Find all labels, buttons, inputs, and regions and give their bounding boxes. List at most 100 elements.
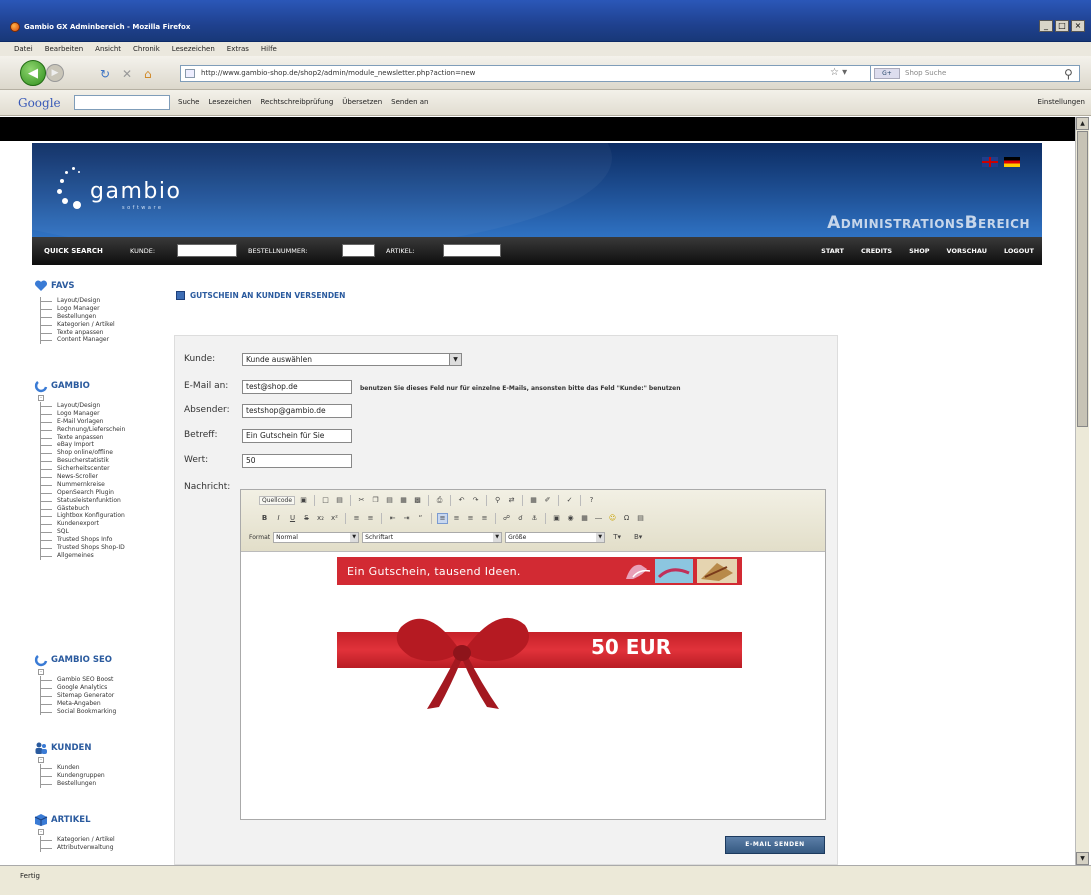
sidebar-item[interactable]: Allgemeines (41, 552, 125, 560)
menu-extras[interactable]: Extras (227, 45, 249, 53)
sidebar-item[interactable]: Trusted Shops Info (41, 536, 125, 544)
select-all-icon[interactable]: ▦ (528, 495, 539, 506)
nav-logout[interactable]: LOGOUT (1004, 247, 1034, 255)
font-select[interactable]: Schriftart ▼ (362, 531, 503, 543)
menu-lesezeichen[interactable]: Lesezeichen (172, 45, 215, 53)
sidebar-item[interactable]: Texte anpassen (41, 329, 115, 337)
paste-text-icon[interactable]: ▦ (398, 495, 409, 506)
forward-button[interactable]: ▶ (46, 64, 64, 82)
spellcheck-icon[interactable]: ✓ (564, 495, 575, 506)
table-icon[interactable]: ▦ (579, 513, 590, 524)
collapse-icon[interactable]: - (38, 829, 44, 835)
nav-vorschau[interactable]: VORSCHAU (947, 247, 987, 255)
nav-shop[interactable]: SHOP (909, 247, 929, 255)
magnifier-icon[interactable]: ⚲ (1064, 67, 1073, 81)
search-engine-icon[interactable]: G+ (874, 68, 900, 79)
sidebar-item[interactable]: Bestellungen (41, 313, 115, 321)
indent-icon[interactable]: ⇥ (401, 513, 412, 524)
replace-icon[interactable]: ⇄ (506, 495, 517, 506)
bold-icon[interactable]: B (259, 513, 270, 524)
menu-bearbeiten[interactable]: Bearbeiten (45, 45, 83, 53)
collapse-icon[interactable]: - (38, 669, 44, 675)
scroll-up-icon[interactable]: ▲ (1076, 117, 1089, 130)
translate-button[interactable]: Übersetzen (342, 98, 382, 106)
save-icon[interactable]: ▣ (298, 495, 309, 506)
google-search-button[interactable]: Suche (178, 98, 199, 106)
sidebar-item[interactable]: Trusted Shops Shop-ID (41, 544, 125, 552)
sidebar-item[interactable]: Layout/Design (41, 297, 115, 305)
send-to-button[interactable]: Senden an (391, 98, 428, 106)
horizontal-rule-icon[interactable]: ― (593, 513, 604, 524)
smiley-icon[interactable]: ☺ (607, 513, 618, 524)
sidebar-item[interactable]: Lightbox Konfiguration (41, 512, 125, 520)
bookmark-star-icon[interactable]: ☆ ▾ (830, 67, 847, 78)
vertical-scrollbar[interactable]: ▲ ▼ (1075, 117, 1089, 865)
sidebar-item[interactable]: Kundengruppen (41, 772, 105, 780)
flash-icon[interactable]: ◉ (565, 513, 576, 524)
source-button[interactable]: Quellcode (259, 495, 296, 505)
email-field[interactable]: test@shop.de (242, 380, 352, 394)
sidebar-item[interactable]: Content Manager (41, 336, 115, 344)
paste-icon[interactable]: ▤ (384, 495, 395, 506)
special-char-icon[interactable]: Ω (621, 513, 632, 524)
find-icon[interactable]: ⚲ (492, 495, 503, 506)
maximize-button[interactable]: □ (1055, 20, 1069, 32)
sender-field[interactable]: testshop@gambio.de (242, 404, 352, 418)
menu-ansicht[interactable]: Ansicht (95, 45, 121, 53)
menu-chronik[interactable]: Chronik (133, 45, 160, 53)
sidebar-item[interactable]: Bestellungen (41, 780, 105, 788)
stop-icon[interactable]: ✕ (122, 67, 132, 81)
sidebar-item[interactable]: E-Mail Vorlagen (41, 418, 125, 426)
sidebar-item[interactable]: OpenSearch Plugin (41, 489, 125, 497)
paste-word-icon[interactable]: ▩ (412, 495, 423, 506)
sidebar-item[interactable]: Sitemap Generator (41, 692, 116, 700)
chevron-down-icon[interactable]: ▼ (350, 532, 359, 542)
gambio-logo[interactable]: gambio software (52, 165, 222, 215)
sidebar-item[interactable]: Kategorien / Artikel (41, 321, 115, 329)
sidebar-item[interactable]: Statusleistenfunktion (41, 497, 125, 505)
align-center-icon[interactable]: ≡ (451, 513, 462, 524)
blockquote-icon[interactable]: “ (415, 513, 426, 524)
sidebar-item[interactable]: Sicherheitscenter (41, 465, 125, 473)
scroll-down-icon[interactable]: ▼ (1076, 852, 1089, 865)
redo-icon[interactable]: ↷ (470, 495, 481, 506)
url-bar[interactable]: http://www.gambio-shop.de/shop2/admin/mo… (180, 65, 880, 82)
help-icon[interactable]: ? (586, 495, 597, 506)
link-icon[interactable]: ☍ (501, 513, 512, 524)
qs-customer-input[interactable] (177, 244, 237, 257)
outdent-icon[interactable]: ⇤ (387, 513, 398, 524)
sidebar-item[interactable]: Attributverwaltung (41, 844, 115, 852)
superscript-icon[interactable]: x² (329, 513, 340, 524)
home-icon[interactable]: ⌂ (144, 67, 152, 81)
minimize-button[interactable]: _ (1039, 20, 1053, 32)
close-button[interactable]: × (1071, 20, 1085, 32)
sidebar-item[interactable]: Rechnung/Lieferschein (41, 426, 125, 434)
sidebar-item[interactable]: Kategorien / Artikel (41, 836, 115, 844)
google-bookmarks-button[interactable]: Lesezeichen (208, 98, 251, 106)
menu-hilfe[interactable]: Hilfe (261, 45, 277, 53)
sidebar-heading-kunden[interactable]: KUNDEN (34, 741, 105, 755)
search-bar[interactable]: G+ Shop Suche (870, 65, 1080, 82)
image-icon[interactable]: ▣ (551, 513, 562, 524)
align-justify-icon[interactable]: ≡ (479, 513, 490, 524)
back-button[interactable]: ◀ (20, 60, 46, 86)
chevron-down-icon[interactable]: ▼ (596, 532, 605, 542)
sidebar-item[interactable]: Kunden (41, 764, 105, 772)
collapse-icon[interactable]: - (38, 395, 44, 401)
sidebar-item[interactable]: Logo Manager (41, 410, 125, 418)
sidebar-item[interactable]: Shop online/offline (41, 449, 125, 457)
numbered-list-icon[interactable]: ≡ (351, 513, 362, 524)
value-field[interactable]: 50 (242, 454, 352, 468)
nav-start[interactable]: START (821, 247, 844, 255)
english-flag-icon[interactable] (982, 157, 998, 167)
menu-datei[interactable]: Datei (14, 45, 33, 53)
sidebar-item[interactable]: Logo Manager (41, 305, 115, 313)
align-right-icon[interactable]: ≡ (465, 513, 476, 524)
print-icon[interactable]: ⎙ (434, 495, 445, 506)
sidebar-item[interactable]: Besucherstatistik (41, 457, 125, 465)
sidebar-item[interactable]: SQL (41, 528, 125, 536)
underline-icon[interactable]: U (287, 513, 298, 524)
sidebar-item[interactable]: Gambio SEO Boost (41, 676, 116, 684)
align-left-icon[interactable]: ≡ (437, 512, 448, 524)
preview-icon[interactable]: ▤ (334, 495, 345, 506)
